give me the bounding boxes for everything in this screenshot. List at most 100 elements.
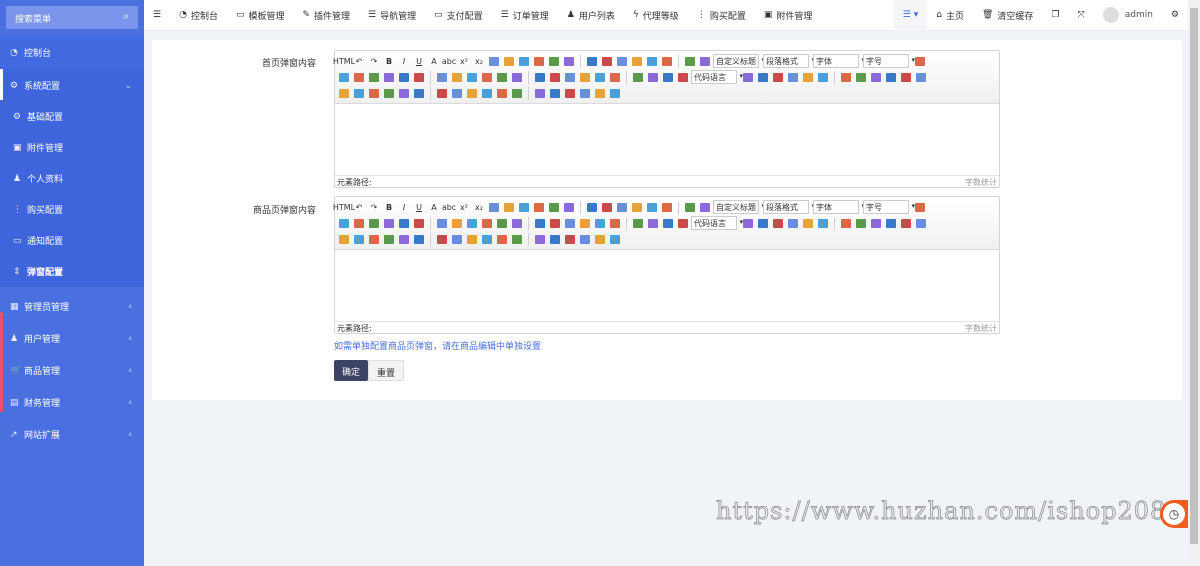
toolbar-button-icon[interactable] <box>510 70 524 84</box>
toolbar-button-icon[interactable] <box>801 216 815 230</box>
italic-icon[interactable]: I <box>397 200 411 214</box>
toolbar-button-icon[interactable] <box>533 232 547 246</box>
toolbar-button-icon[interactable] <box>548 232 562 246</box>
toolbar-button-icon[interactable] <box>615 200 629 214</box>
border-text-icon[interactable]: A <box>427 54 441 68</box>
toolbar-button-icon[interactable] <box>676 70 690 84</box>
toolbar-button-icon[interactable] <box>367 232 381 246</box>
menu-layout-button[interactable]: ☰ ▾ <box>893 0 928 31</box>
toolbar-button-icon[interactable] <box>435 70 449 84</box>
toolbar-button-icon[interactable] <box>661 216 675 230</box>
toolbar-button-icon[interactable] <box>600 200 614 214</box>
toolbar-button-icon[interactable] <box>562 54 576 68</box>
toolbar-button-icon[interactable] <box>645 200 659 214</box>
toolbar-button-icon[interactable] <box>660 200 674 214</box>
toolbar-button-icon[interactable] <box>563 216 577 230</box>
clear-cache-button[interactable]: 🗑 清空缓存 <box>973 0 1042 31</box>
topnav-item[interactable]: ✎ 插件管理 <box>293 0 359 31</box>
toolbar-button-icon[interactable] <box>532 54 546 68</box>
toolbar-button-icon[interactable] <box>517 200 531 214</box>
toolbar-button-icon[interactable] <box>869 216 883 230</box>
toolbar-button-icon[interactable] <box>661 70 675 84</box>
toolbar-button-icon[interactable] <box>382 70 396 84</box>
border-text-icon[interactable]: A <box>427 200 441 214</box>
toolbar-button-icon[interactable] <box>631 70 645 84</box>
toolbar-button-icon[interactable] <box>563 70 577 84</box>
toolbar-button-icon[interactable] <box>533 70 547 84</box>
superscript-icon[interactable]: x² <box>457 200 471 214</box>
toolbar-select[interactable]: 自定义标题 <box>713 200 765 214</box>
toolbar-button-icon[interactable] <box>382 232 396 246</box>
topnav-item[interactable]: ϟ 代理等级 <box>624 0 688 31</box>
toolbar-button-icon[interactable] <box>495 232 509 246</box>
subscript-icon[interactable]: x₂ <box>472 200 486 214</box>
toolbar-button-icon[interactable] <box>914 216 928 230</box>
toolbar-button-icon[interactable] <box>615 54 629 68</box>
toolbar-button-icon[interactable] <box>495 86 509 100</box>
editor-content-area[interactable] <box>335 250 999 321</box>
toolbar-button-icon[interactable] <box>630 54 644 68</box>
toolbar-button-icon[interactable] <box>548 86 562 100</box>
toolbar-button-icon[interactable] <box>563 232 577 246</box>
toolbar-button-icon[interactable] <box>465 232 479 246</box>
toolbar-button-icon[interactable] <box>608 86 622 100</box>
underline-icon[interactable]: U <box>412 54 426 68</box>
toolbar-button-icon[interactable] <box>585 54 599 68</box>
toolbar-select[interactable]: 段落格式 <box>763 200 815 214</box>
sidebar-item[interactable]: ♟ 用户管理 ‹ <box>0 323 144 354</box>
toolbar-button-icon[interactable] <box>914 70 928 84</box>
toolbar-button-icon[interactable] <box>630 200 644 214</box>
toolbar-button-icon[interactable] <box>854 216 868 230</box>
toolbar-button-icon[interactable] <box>899 216 913 230</box>
toolbar-button-icon[interactable] <box>435 216 449 230</box>
toolbar-button-icon[interactable] <box>465 70 479 84</box>
toolbar-button-icon[interactable] <box>495 216 509 230</box>
home-link[interactable]: ⌂ 主页 <box>927 0 973 31</box>
user-menu[interactable]: admin <box>1094 0 1162 31</box>
sidebar-item[interactable]: ▤ 财务管理 ‹ <box>0 387 144 418</box>
toolbar-button-icon[interactable] <box>382 216 396 230</box>
toolbar-button-icon[interactable] <box>913 54 927 68</box>
toolbar-button-icon[interactable] <box>593 232 607 246</box>
toolbar-button-icon[interactable] <box>502 200 516 214</box>
toolbar-select[interactable]: 自定义标题 <box>713 54 765 68</box>
code-language-select[interactable]: 代码语言 <box>691 216 743 230</box>
toolbar-button-icon[interactable] <box>450 86 464 100</box>
toolbar-button-icon[interactable] <box>450 70 464 84</box>
toolbar-button-icon[interactable] <box>397 70 411 84</box>
toolbar-button-icon[interactable] <box>578 216 592 230</box>
toolbar-button-icon[interactable] <box>337 216 351 230</box>
toolbar-button-icon[interactable] <box>786 216 800 230</box>
toolbar-button-icon[interactable] <box>660 54 674 68</box>
toolbar-button-icon[interactable] <box>352 86 366 100</box>
toolbar-button-icon[interactable] <box>502 54 516 68</box>
underline-icon[interactable]: U <box>412 200 426 214</box>
toolbar-button-icon[interactable] <box>608 216 622 230</box>
toolbar-button-icon[interactable] <box>756 70 770 84</box>
toolbar-button-icon[interactable] <box>646 70 660 84</box>
sidebar-item[interactable]: ⇕ 弹窗配置 <box>0 256 144 287</box>
toolbar-button-icon[interactable] <box>585 200 599 214</box>
topnav-item[interactable]: ☰ 导航管理 <box>359 0 425 31</box>
toolbar-button-icon[interactable] <box>786 70 800 84</box>
toolbar-button-icon[interactable] <box>367 70 381 84</box>
sidebar-item[interactable]: ⚙ 基础配置 <box>0 101 144 132</box>
toolbar-button-icon[interactable] <box>352 70 366 84</box>
sidebar-item[interactable]: ⋮ 购买配置 <box>0 194 144 225</box>
sidebar-item[interactable]: ▦ 管理员管理 ‹ <box>0 291 144 322</box>
menu-search-input[interactable]: 搜索菜单 ⌕ <box>6 6 138 29</box>
toolbar-button-icon[interactable] <box>869 70 883 84</box>
toolbar-button-icon[interactable] <box>548 216 562 230</box>
undo-icon[interactable]: ↶ <box>352 200 366 214</box>
toolbar-button-icon[interactable] <box>816 70 830 84</box>
toolbar-button-icon[interactable] <box>593 70 607 84</box>
toolbar-button-icon[interactable] <box>854 70 868 84</box>
source-icon[interactable]: HTML <box>333 200 355 214</box>
toolbar-button-icon[interactable] <box>547 54 561 68</box>
toolbar-button-icon[interactable] <box>412 86 426 100</box>
strikethrough-icon[interactable]: abc <box>442 200 456 214</box>
toolbar-button-icon[interactable] <box>412 232 426 246</box>
toolbar-button-icon[interactable] <box>884 70 898 84</box>
sidebar-item[interactable]: ▭ 通知配置 <box>0 225 144 256</box>
toolbar-button-icon[interactable] <box>683 200 697 214</box>
